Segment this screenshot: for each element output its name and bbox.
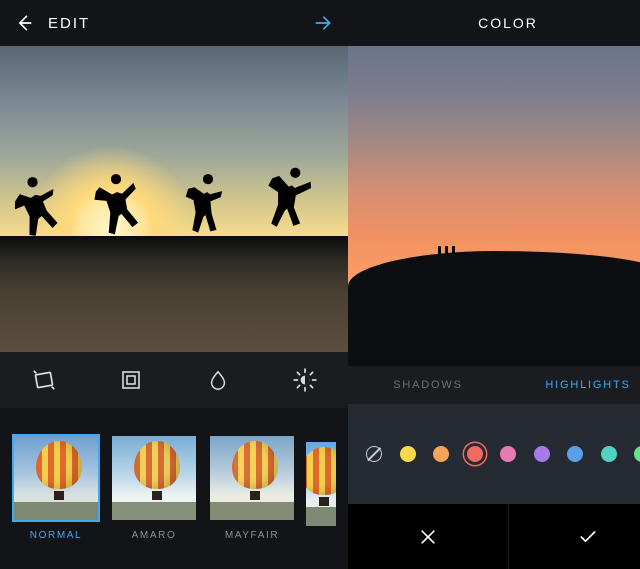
color-preview[interactable] <box>348 46 640 366</box>
filter-mayfair[interactable]: MAYFAIR <box>208 434 296 541</box>
straighten-tool[interactable] <box>0 352 87 408</box>
filter-label: MAYFAIR <box>225 530 279 541</box>
edit-title: EDIT <box>48 15 90 32</box>
filter-strip[interactable]: NORMAL AMARO MAYFAIR <box>0 408 348 569</box>
back-arrow-icon[interactable] <box>14 13 34 33</box>
filter-normal[interactable]: NORMAL <box>12 434 100 541</box>
filter-more[interactable] <box>306 440 336 536</box>
blur-tool[interactable] <box>174 352 261 408</box>
frame-tool[interactable] <box>87 352 174 408</box>
filter-label: AMARO <box>132 530 177 541</box>
accept-button[interactable] <box>509 504 640 569</box>
tool-row <box>0 352 348 408</box>
lux-tool[interactable] <box>261 352 348 408</box>
swatch-red[interactable] <box>467 446 483 462</box>
edit-screen: EDIT <box>0 0 348 569</box>
confirm-bar <box>348 504 640 569</box>
swatch-orange[interactable] <box>433 446 449 462</box>
swatch-none[interactable] <box>366 446 382 462</box>
swatch-purple[interactable] <box>534 446 550 462</box>
swatch-green[interactable] <box>634 446 640 462</box>
filter-amaro[interactable]: AMARO <box>110 434 198 541</box>
tab-shadows[interactable]: SHADOWS <box>348 366 508 404</box>
color-title: COLOR <box>382 15 634 31</box>
swatch-row <box>348 404 640 504</box>
swatch-teal[interactable] <box>601 446 617 462</box>
swatch-yellow[interactable] <box>400 446 416 462</box>
next-arrow-icon[interactable] <box>312 13 334 33</box>
filter-label: NORMAL <box>30 530 82 541</box>
color-screen: COLOR SHADOWS HIGHLIGHTS <box>348 0 640 569</box>
swatch-blue[interactable] <box>567 446 583 462</box>
tab-highlights[interactable]: HIGHLIGHTS <box>508 366 640 404</box>
edit-preview[interactable] <box>0 46 348 352</box>
swatch-pink[interactable] <box>500 446 516 462</box>
color-tabs: SHADOWS HIGHLIGHTS <box>348 366 640 404</box>
cancel-button[interactable] <box>348 504 509 569</box>
color-header: COLOR <box>348 0 640 46</box>
edit-header: EDIT <box>0 0 348 46</box>
